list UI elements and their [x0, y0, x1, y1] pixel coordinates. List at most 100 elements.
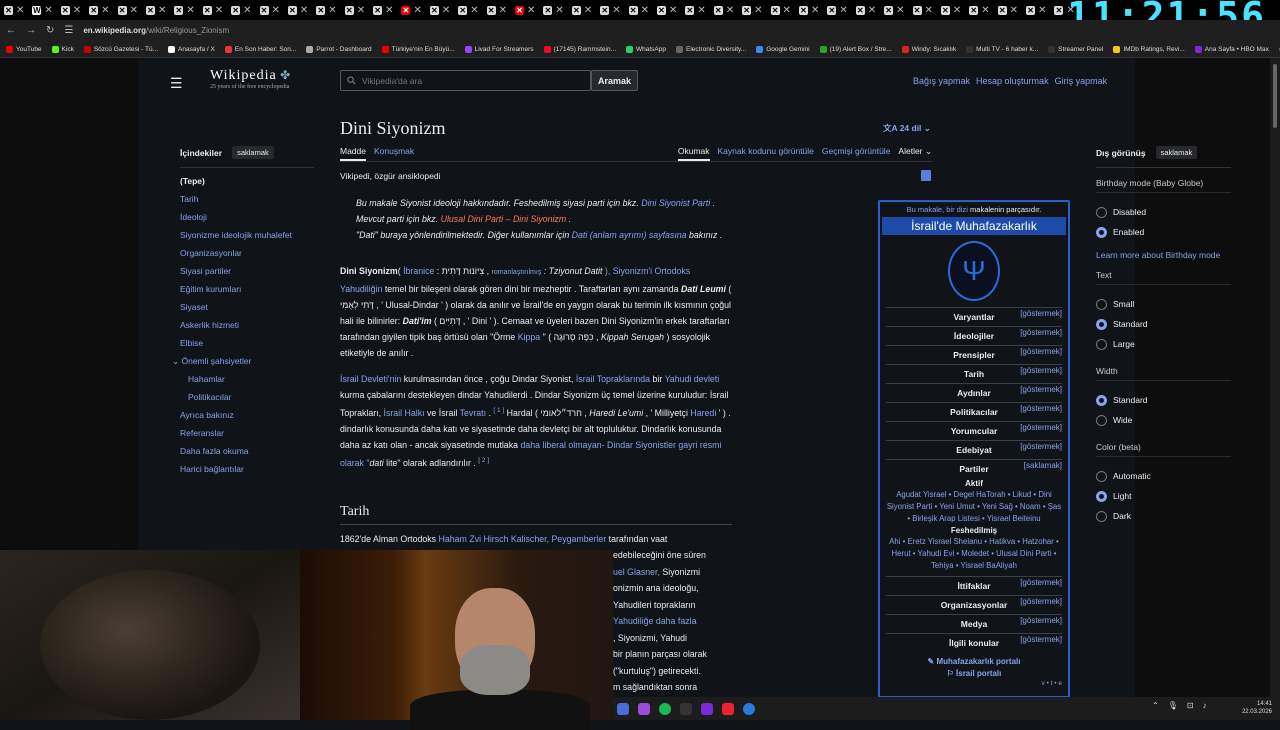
radio-button[interactable]: [1096, 414, 1107, 426]
toc-hide-button[interactable]: saklamak: [232, 146, 274, 159]
taskbar-app-icon[interactable]: [743, 702, 755, 715]
tab-article[interactable]: Madde: [340, 146, 366, 161]
browser-tab[interactable]: ✕ ✕: [85, 0, 113, 20]
browser-tab[interactable]: ✕ ✕: [454, 0, 482, 20]
tab-close-icon[interactable]: ✕: [215, 5, 223, 16]
bookmark-item[interactable]: En Son Haber: Son...: [224, 45, 296, 53]
radio-button[interactable]: [1096, 510, 1107, 522]
browser-tab[interactable]: ✕ ✕: [568, 0, 596, 20]
radio-option[interactable]: Standard: [1096, 314, 1231, 334]
browser-tab[interactable]: ✕ ✕: [653, 0, 681, 20]
page-scrollbar[interactable]: [1270, 58, 1280, 720]
taskbar-app-icon[interactable]: [701, 702, 713, 715]
toc-item[interactable]: (Tepe): [180, 176, 314, 194]
browser-tab[interactable]: ✕ ✕: [823, 0, 851, 20]
radio-option[interactable]: Wide: [1096, 410, 1231, 430]
link[interactable]: Yahudiliğe daha fazla: [613, 616, 696, 626]
portal-link-conservatism[interactable]: ✎ Muhafazakarlık portalı: [880, 656, 1068, 668]
bookmark-item[interactable]: Windy: Sıcaklık: [901, 45, 956, 53]
expand-toggle[interactable]: [göstermek]: [1020, 309, 1062, 318]
browser-tab[interactable]: ✕ ✕: [341, 0, 369, 20]
browser-tab[interactable]: ✕ ✕: [852, 0, 880, 20]
radio-button[interactable]: [1096, 298, 1107, 310]
expand-toggle[interactable]: [göstermek]: [1020, 616, 1062, 625]
spotify-icon[interactable]: [659, 702, 671, 715]
tab-close-icon[interactable]: ✕: [981, 5, 989, 16]
browser-tab[interactable]: ✕ ✕: [1022, 0, 1050, 20]
bookmark-item[interactable]: Ana Sayfa • HBO Max: [1194, 45, 1269, 53]
taskbar-app-icon[interactable]: [638, 702, 650, 715]
tab-close-icon[interactable]: ✕: [953, 5, 961, 16]
bookmark-item[interactable]: (19) Alert Box / Stre...: [819, 45, 892, 53]
bookmark-item[interactable]: IMDb Ratings, Revi...: [1113, 45, 1185, 53]
citation-link[interactable]: [ 2 ]: [478, 457, 489, 464]
tab-close-icon[interactable]: ✕: [1010, 5, 1018, 16]
browser-tab[interactable]: ✕ ✕: [142, 0, 170, 20]
tab-close-icon[interactable]: ✕: [925, 5, 933, 16]
create-account-link[interactable]: Hesap oluşturmak: [976, 76, 1049, 86]
bookmark-item[interactable]: WhatsApp: [626, 45, 666, 53]
toc-item[interactable]: Hahamlar: [180, 374, 314, 392]
toc-item[interactable]: İdeoloji: [180, 212, 314, 230]
browser-tab[interactable]: ✕ ✕: [369, 0, 397, 20]
tab-close-icon[interactable]: ✕: [839, 5, 847, 16]
tab-close-icon[interactable]: ✕: [442, 5, 450, 16]
network-icon[interactable]: ⊡: [1187, 701, 1194, 710]
toc-item[interactable]: Organizasyonlar: [180, 248, 314, 266]
radio-button[interactable]: [1096, 470, 1107, 482]
tab-close-icon[interactable]: ✕: [130, 5, 138, 16]
tab-close-icon[interactable]: ✕: [726, 5, 734, 16]
tab-close-icon[interactable]: ✕: [499, 5, 507, 16]
toc-item[interactable]: Daha fazla okuma: [180, 446, 314, 464]
infobox-active-parties[interactable]: Agudat Yisrael • Degel HaTorah • Likud •…: [880, 489, 1068, 525]
volume-icon[interactable]: ♪: [1203, 701, 1207, 710]
radio-option[interactable]: Dark: [1096, 506, 1231, 526]
toc-item[interactable]: Elbise: [180, 338, 314, 356]
radio-option[interactable]: Disabled: [1096, 202, 1231, 222]
taskbar-app-icon[interactable]: [680, 702, 692, 715]
browser-tab[interactable]: ✕ ✕: [909, 0, 937, 20]
browser-tab[interactable]: ✕ ✕: [625, 0, 653, 20]
radio-option[interactable]: Large: [1096, 334, 1231, 354]
browser-tab[interactable]: ✕ ✕: [397, 0, 425, 20]
tab-close-icon[interactable]: ✕: [328, 5, 336, 16]
microphone-icon[interactable]: 🎙: [1168, 701, 1178, 710]
expand-toggle[interactable]: [göstermek]: [1020, 597, 1062, 606]
citation-link[interactable]: [ 1 ]: [493, 407, 504, 414]
birthday-mode-link[interactable]: Learn more about Birthday mode: [1096, 250, 1231, 260]
tab-close-icon[interactable]: ✕: [811, 5, 819, 16]
collapse-toggle[interactable]: [saklamak]: [1024, 461, 1062, 470]
link[interactable]: Haham Zvi Hirsch Kalischer, Peygamberler: [439, 534, 607, 544]
appearance-hide-button[interactable]: saklamak: [1155, 146, 1198, 159]
bookmark-item[interactable]: Parrot - Dashboard: [306, 45, 372, 53]
tab-close-icon[interactable]: ✕: [896, 5, 904, 16]
browser-tab[interactable]: ✕ ✕: [199, 0, 227, 20]
hatnote-link[interactable]: Dati (anlam ayrımı) sayfasına: [572, 230, 687, 240]
toc-item[interactable]: Ayrıca bakınız: [180, 410, 314, 428]
infobox-dissolved-parties[interactable]: Ahi • Eretz Yisrael Shelanu • Hatikva • …: [880, 536, 1068, 572]
tab-read[interactable]: Okumak: [677, 146, 710, 161]
expand-toggle[interactable]: [göstermek]: [1020, 423, 1062, 432]
browser-tab[interactable]: ✕ ✕: [511, 0, 539, 20]
bookmark-item[interactable]: Multi TV - 6 haber k...: [966, 45, 1038, 53]
tab-close-icon[interactable]: ✕: [44, 5, 52, 16]
scrollbar-thumb[interactable]: [1273, 64, 1277, 128]
radio-option[interactable]: Standard: [1096, 390, 1231, 410]
search-button[interactable]: Aramak: [591, 70, 638, 91]
toc-item[interactable]: Eğitim kurumları: [180, 284, 314, 302]
language-button[interactable]: 文A 24 dil ⌄: [883, 122, 931, 134]
tab-close-icon[interactable]: ✕: [612, 5, 620, 16]
tab-view-source[interactable]: Kaynak kodunu görüntüle: [718, 146, 814, 161]
bookmark-item[interactable]: YouTube: [6, 45, 42, 53]
tab-close-icon[interactable]: ✕: [16, 5, 24, 16]
system-clock[interactable]: 14:41 22.03.2026: [1242, 700, 1272, 716]
link[interactable]: Kippa: [518, 332, 541, 342]
toc-item[interactable]: Tarih: [180, 194, 314, 212]
radio-option[interactable]: Automatic: [1096, 466, 1231, 486]
expand-toggle[interactable]: [göstermek]: [1020, 385, 1062, 394]
tab-talk[interactable]: Konuşmak: [374, 146, 414, 161]
tab-close-icon[interactable]: ✕: [754, 5, 762, 16]
bookmark-item[interactable]: Türkiye'nin En Büyü...: [381, 45, 455, 53]
radio-button[interactable]: [1096, 394, 1107, 406]
bookmark-item[interactable]: Sözcü Gazetesi - Tü...: [83, 45, 158, 53]
